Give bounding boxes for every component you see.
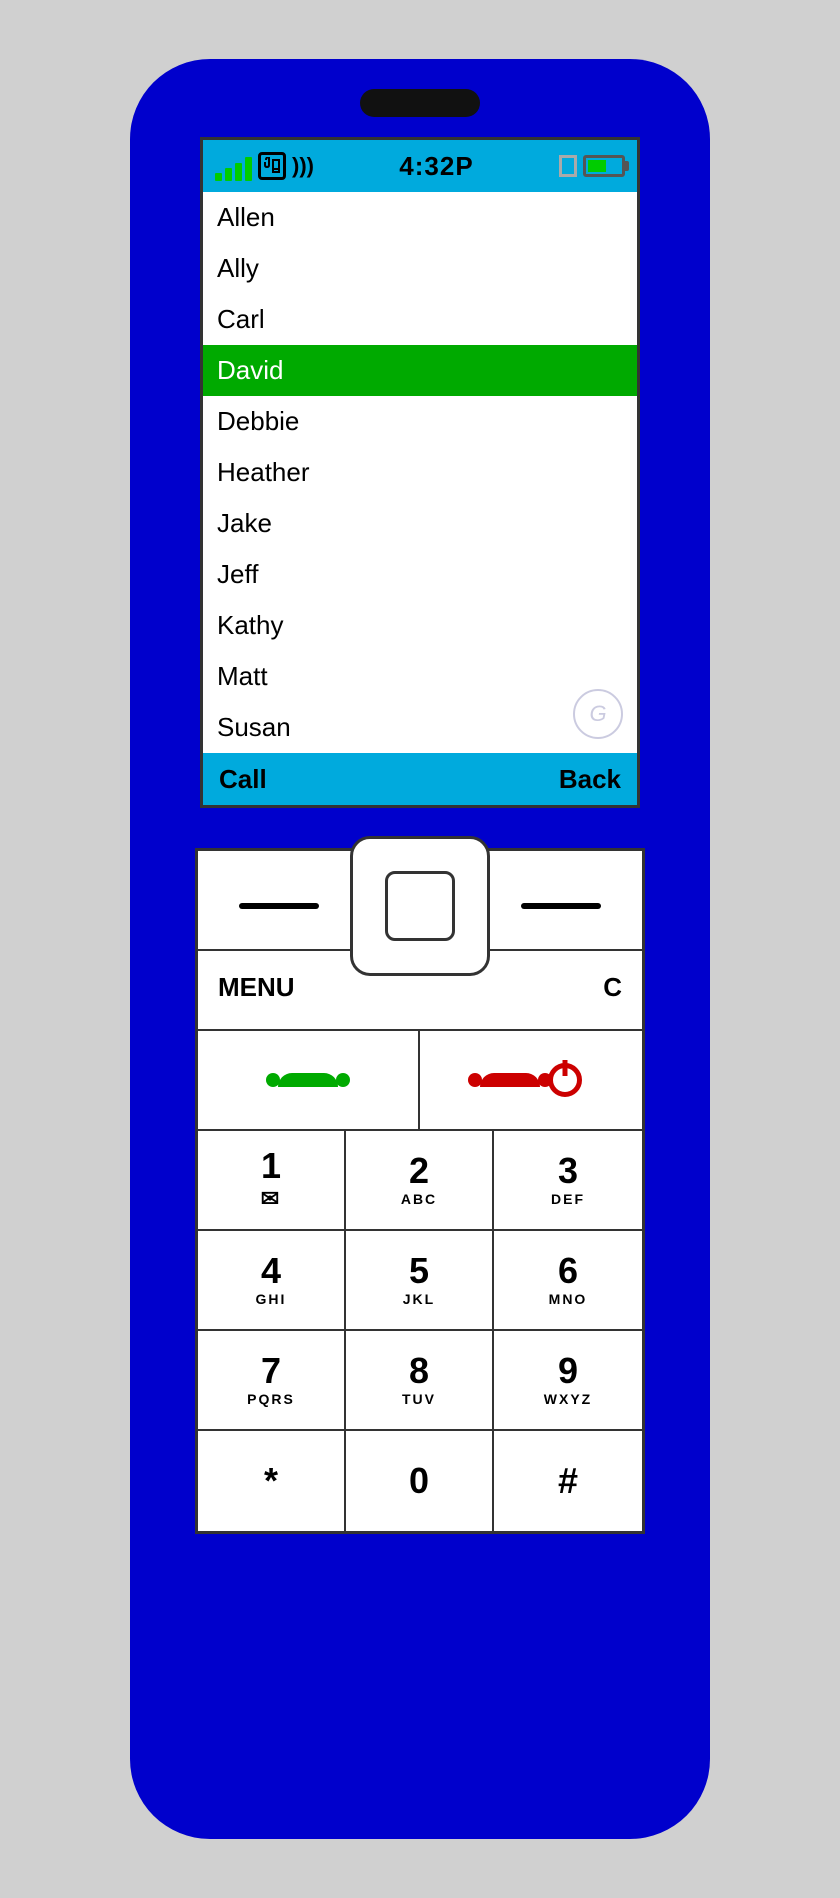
key-8-sub: TUV (402, 1391, 436, 1407)
key-5-sub: JKL (403, 1291, 435, 1307)
speaker (360, 89, 480, 117)
key-0[interactable]: 0 (346, 1431, 494, 1531)
right-soft-key-area (490, 876, 632, 936)
signal-bar-4 (245, 157, 252, 181)
key-5-main: 5 (409, 1253, 429, 1289)
signal-bar-1 (215, 173, 222, 181)
contact-jake[interactable]: Jake (203, 498, 637, 549)
status-bar: ))) 4:32P (203, 140, 637, 192)
key-4-main: 4 (261, 1253, 281, 1289)
contact-jeff[interactable]: Jeff (203, 549, 637, 600)
key-7[interactable]: 7 PQRS (198, 1331, 346, 1431)
signal-bar-3 (235, 163, 242, 181)
contact-allen[interactable]: Allen (203, 192, 637, 243)
phone-status-icon (258, 152, 286, 180)
key-6-main: 6 (558, 1253, 578, 1289)
right-soft-key-bar (521, 903, 601, 909)
contact-david[interactable]: David (203, 345, 637, 396)
key-2-main: 2 (409, 1153, 429, 1189)
key-star-main: * (264, 1463, 278, 1499)
menu-key[interactable]: MENU (218, 972, 295, 1003)
red-handset-icon (480, 1073, 540, 1087)
key-4[interactable]: 4 GHI (198, 1231, 346, 1331)
call-button[interactable] (198, 1031, 420, 1129)
soft-key-call[interactable]: Call (219, 764, 267, 795)
d-pad[interactable] (350, 836, 490, 976)
d-pad-inner (385, 871, 455, 941)
key-1[interactable]: 1 ✉ (198, 1131, 346, 1231)
key-8-main: 8 (409, 1353, 429, 1389)
key-3-sub: DEF (551, 1191, 585, 1207)
soft-key-back[interactable]: Back (559, 764, 621, 795)
contact-heather[interactable]: Heather (203, 447, 637, 498)
key-0-main: 0 (409, 1463, 429, 1499)
key-7-sub: PQRS (247, 1391, 295, 1407)
key-6[interactable]: 6 MNO (494, 1231, 642, 1331)
phone-body: ))) 4:32P Allen Ally Carl David Debbie H… (130, 59, 710, 1839)
key-star[interactable]: * (198, 1431, 346, 1531)
key-3[interactable]: 3 DEF (494, 1131, 642, 1231)
left-soft-key-bar (239, 903, 319, 909)
key-4-sub: GHI (256, 1291, 287, 1307)
nav-cluster (198, 851, 642, 951)
key-hash[interactable]: # (494, 1431, 642, 1531)
c-key[interactable]: C (603, 972, 622, 1003)
time-display: 4:32P (399, 151, 473, 182)
contact-debbie[interactable]: Debbie (203, 396, 637, 447)
key-9-sub: WXYZ (544, 1391, 592, 1407)
numpad: 1 ✉ 2 ABC 3 DEF 4 GHI 5 JKL 6 MNO (198, 1131, 642, 1531)
power-icon (548, 1063, 582, 1097)
battery-empty-left (559, 155, 577, 177)
contact-susan[interactable]: Susan (203, 702, 637, 753)
key-1-sub: ✉ (261, 1186, 281, 1212)
call-end-row (198, 1031, 642, 1131)
contact-list: Allen Ally Carl David Debbie Heather Jak… (203, 192, 637, 753)
screen: ))) 4:32P Allen Ally Carl David Debbie H… (200, 137, 640, 808)
key-1-main: 1 (261, 1148, 281, 1184)
battery-body (583, 155, 625, 177)
contact-carl[interactable]: Carl (203, 294, 637, 345)
battery-fill (588, 160, 606, 172)
keypad: MENU C 1 ✉ 2 ABC 3 (195, 848, 645, 1534)
key-7-main: 7 (261, 1353, 281, 1389)
key-hash-main: # (558, 1463, 578, 1499)
key-2-sub: ABC (401, 1191, 437, 1207)
contact-kathy[interactable]: Kathy (203, 600, 637, 651)
key-9-main: 9 (558, 1353, 578, 1389)
vibrate-icon: ))) (292, 153, 314, 179)
signal-bars (215, 151, 252, 181)
battery (559, 155, 625, 177)
contact-ally[interactable]: Ally (203, 243, 637, 294)
screen-soft-keys: Call Back (203, 753, 637, 805)
key-8[interactable]: 8 TUV (346, 1331, 494, 1431)
key-3-main: 3 (558, 1153, 578, 1189)
watermark: G (573, 689, 623, 739)
key-5[interactable]: 5 JKL (346, 1231, 494, 1331)
key-2[interactable]: 2 ABC (346, 1131, 494, 1231)
status-icons: ))) (215, 151, 314, 181)
green-handset-icon (278, 1073, 338, 1087)
end-button[interactable] (420, 1031, 642, 1129)
key-9[interactable]: 9 WXYZ (494, 1331, 642, 1431)
contact-matt[interactable]: Matt (203, 651, 637, 702)
left-soft-key-area (208, 876, 350, 936)
signal-bar-2 (225, 168, 232, 181)
key-6-sub: MNO (549, 1291, 588, 1307)
